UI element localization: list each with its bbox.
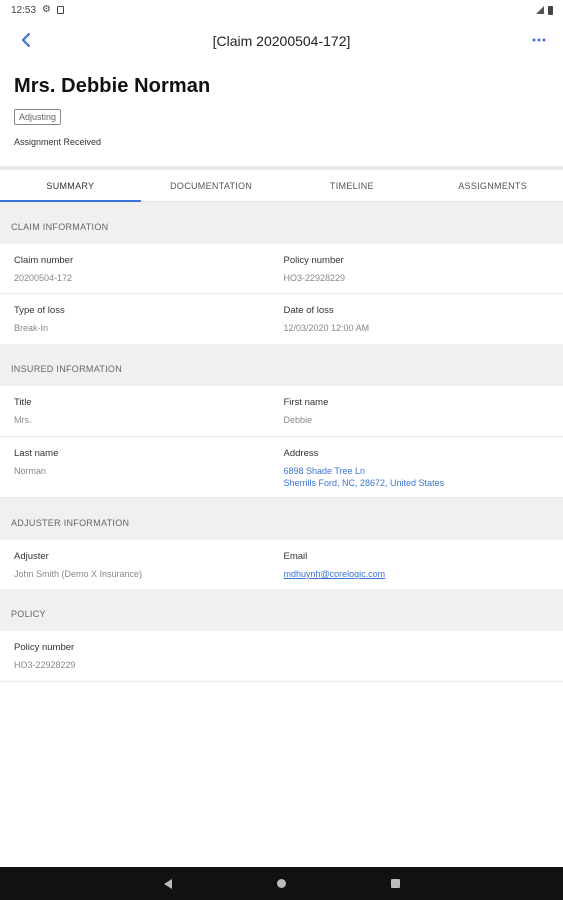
more-options-button[interactable]: [527, 29, 551, 51]
back-button[interactable]: [14, 28, 38, 52]
section-header-policy: POLICY: [0, 589, 563, 631]
address-cell: Address 6898 Shade Tree Ln Sherrills For…: [280, 437, 550, 497]
type-of-loss-label: Type of loss: [14, 305, 65, 316]
battery-icon: [548, 5, 553, 15]
more-dots-icon: [532, 38, 546, 42]
policy-number-value: HO3-22928229: [283, 273, 346, 283]
adjuster-row: Adjuster John Smith (Demo X Insurance) E…: [0, 540, 563, 589]
policy-row: Policy number HO3-22928229: [0, 631, 563, 682]
first-name-label: First name: [283, 397, 329, 408]
claim-number-label: Claim number: [14, 255, 74, 266]
system-nav-bar: [0, 867, 563, 900]
title-cell: Title Mrs.: [14, 386, 280, 436]
first-name-cell: First name Debbie: [280, 386, 550, 436]
address-line-1: 6898 Shade Tree Ln: [283, 466, 366, 476]
section-header-adjuster-information: ADJUSTER INFORMATION: [0, 498, 563, 540]
last-name-value: Norman: [14, 466, 47, 476]
section-header-claim-information: CLAIM INFORMATION: [0, 202, 563, 244]
nav-recents-button[interactable]: [389, 877, 403, 891]
claim-header: Mrs. Debbie Norman Adjusting Assignment …: [0, 62, 563, 166]
email-cell: Email mdhuynh@corelogic.com: [280, 540, 550, 589]
claim-row-1: Claim number 20200504-172 Policy number …: [0, 244, 563, 294]
policy-section-number-value: HO3-22928229: [14, 660, 76, 670]
first-name-value: Debbie: [283, 415, 313, 425]
date-of-loss-cell: Date of loss 12/03/2020 12:00 AM: [280, 294, 550, 344]
policy-section-number-label: Policy number: [14, 642, 75, 653]
tab-timeline[interactable]: TIMELINE: [282, 170, 423, 201]
date-of-loss-value: 12/03/2020 12:00 AM: [283, 323, 370, 333]
last-name-cell: Last name Norman: [14, 437, 280, 497]
section-header-insured-information: INSURED INFORMATION: [0, 344, 563, 386]
type-of-loss-value: Break-In: [14, 323, 49, 333]
tab-documentation[interactable]: DOCUMENTATION: [141, 170, 282, 201]
status-time: 12:53: [11, 4, 37, 16]
policy-section-number-cell: Policy number HO3-22928229: [14, 631, 549, 681]
app-bar: [Claim 20200504-172]: [0, 20, 563, 62]
insured-row-2: Last name Norman Address 6898 Shade Tree…: [0, 437, 563, 498]
notification-icon: [57, 6, 64, 14]
tab-bar: SUMMARY DOCUMENTATION TIMELINE ASSIGNMEN…: [0, 170, 563, 202]
claim-number-value: 20200504-172: [14, 273, 73, 283]
claim-row-2: Type of loss Break-In Date of loss 12/03…: [0, 294, 563, 344]
square-recents-icon: [391, 879, 400, 888]
email-link[interactable]: mdhuynh@corelogic.com: [284, 568, 550, 580]
chevron-left-icon: [21, 32, 31, 48]
tab-summary[interactable]: SUMMARY: [0, 170, 141, 202]
policy-number-cell: Policy number HO3-22928229: [280, 244, 550, 293]
address-label: Address: [283, 448, 319, 459]
adjuster-cell: Adjuster John Smith (Demo X Insurance): [14, 540, 280, 589]
status-chip: Adjusting: [14, 109, 62, 125]
adjuster-value: John Smith (Demo X Insurance): [14, 569, 143, 579]
tab-assignments[interactable]: ASSIGNMENTS: [422, 170, 563, 201]
adjuster-label: Adjuster: [14, 551, 49, 562]
status-bar: 12:53 ⚙: [0, 0, 563, 20]
insured-name: Mrs. Debbie Norman: [14, 75, 211, 97]
type-of-loss-cell: Type of loss Break-In: [14, 294, 280, 344]
status-right: [536, 5, 553, 15]
app-title: [Claim 20200504-172]: [212, 33, 351, 49]
last-name-label: Last name: [14, 448, 59, 459]
address-link[interactable]: 6898 Shade Tree Ln Sherrills Ford, NC, 2…: [284, 465, 550, 489]
title-value: Mrs.: [14, 415, 32, 425]
address-line-2: Sherrills Ford, NC, 28672, United States: [283, 478, 445, 488]
signal-icon: [536, 6, 544, 14]
circle-home-icon: [277, 879, 286, 888]
settings-gear-icon: ⚙: [42, 4, 51, 15]
claim-number-cell: Claim number 20200504-172: [14, 244, 280, 293]
policy-number-label: Policy number: [283, 255, 344, 266]
title-label: Title: [14, 397, 32, 408]
nav-back-button[interactable]: [161, 877, 175, 891]
email-label: Email: [283, 551, 308, 562]
triangle-back-icon: [163, 878, 172, 889]
status-left: 12:53 ⚙: [11, 5, 64, 16]
date-of-loss-label: Date of loss: [283, 305, 334, 316]
assignment-status: Assignment Received: [14, 137, 102, 147]
insured-row-1: Title Mrs. First name Debbie: [0, 386, 563, 437]
nav-home-button[interactable]: [275, 877, 289, 891]
